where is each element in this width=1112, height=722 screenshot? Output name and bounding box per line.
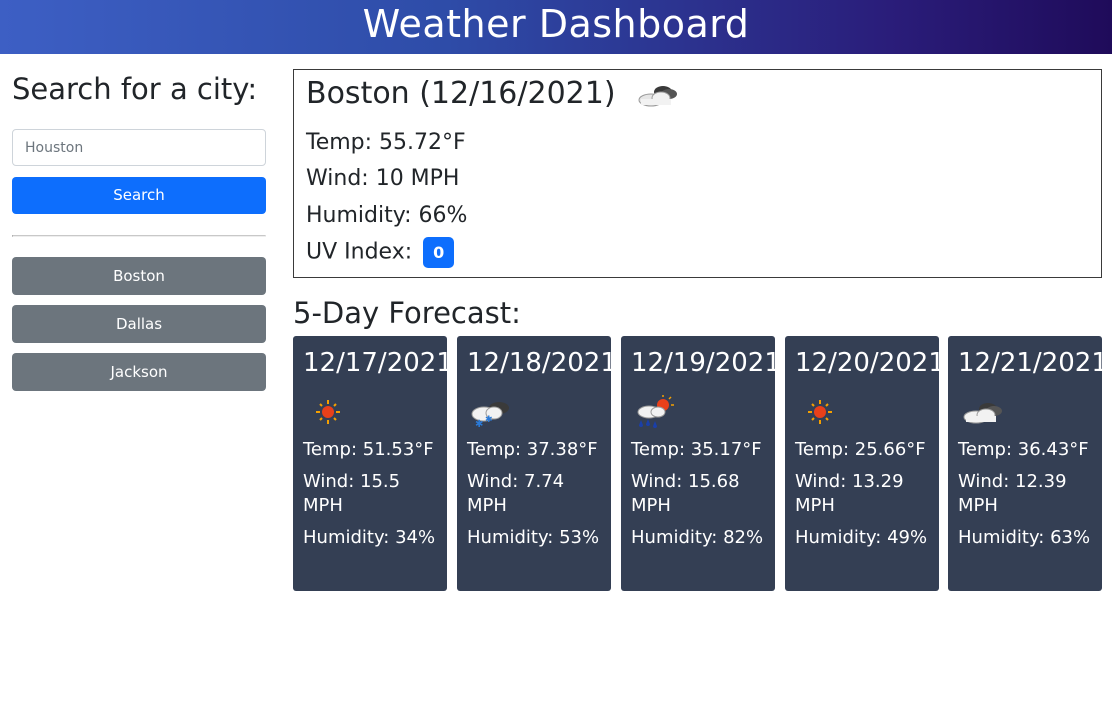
uv-index-badge: 0 [423,237,455,268]
forecast-wind: Wind: 15.5 MPH [303,471,401,516]
city-search-input[interactable] [12,129,266,166]
sun-icon [316,400,340,424]
current-city-date: Boston (12/16/2021) [306,76,616,111]
current-weather-panel: Boston (12/16/2021) Temp: 55.72°F Wind: … [293,69,1102,278]
forecast-humidity: Humidity: 34% [303,527,436,548]
forecast-cards: 12/17/2021 Temp: 51.53°F Wind: 15.5 MPH … [293,336,1108,591]
forecast-wind: Wind: 15.68 MPH [631,471,740,516]
forecast-wind: Wind: 7.74 MPH [467,471,565,516]
uv-label: UV Index: [306,239,413,265]
search-heading: Search for a city: [12,72,258,106]
forecast-date: 12/18/2021 [467,348,617,378]
history-button-jackson[interactable]: Jackson [12,353,266,391]
forecast-humidity: Humidity: 53% [467,527,600,548]
history-button-boston[interactable]: Boston [12,257,266,295]
forecast-wind: Wind: 12.39 MPH [958,471,1067,516]
sun-icon [808,400,832,424]
forecast-card: 12/17/2021 Temp: 51.53°F Wind: 15.5 MPH … [293,336,453,591]
forecast-date: 12/20/2021 [795,348,945,378]
forecast-temp: Temp: 25.66°F [795,439,926,460]
forecast-humidity: Humidity: 49% [795,527,928,548]
current-wind: Wind: 10 MPH [306,166,460,191]
current-title-row: Boston (12/16/2021) [306,74,681,114]
forecast-date: 12/21/2021 [958,348,1108,378]
partly-cloudy-icon [638,85,678,106]
page-title: Weather Dashboard [362,2,750,46]
forecast-temp: Temp: 51.53°F [303,439,434,460]
divider [12,235,266,237]
forecast-heading: 5-Day Forecast: [293,296,521,330]
cloud-icon [963,403,1002,424]
current-uv-row: UV Index: 0 [306,237,455,268]
forecast-card: 12/20/2021 Temp: 25.66°F Wind: 13.29 MPH… [785,336,945,591]
app-header: Weather Dashboard [0,0,1112,54]
forecast-card: 12/18/2021 ✱ ✱ Temp: 37.38°F Wind: 7.74 … [457,336,617,591]
forecast-card: 12/19/2021 Temp: 35.17°F Wind: 15.68 MPH… [621,336,781,591]
forecast-temp: Temp: 37.38°F [467,439,598,460]
forecast-date: 12/19/2021 [631,348,781,378]
rain-sun-icon [637,395,674,428]
forecast-wind: Wind: 13.29 MPH [795,471,904,516]
search-button[interactable]: Search [12,177,266,214]
current-temp: Temp: 55.72°F [306,130,466,155]
forecast-date: 12/17/2021 [303,348,453,378]
forecast-humidity: Humidity: 63% [958,527,1091,548]
svg-text:✱: ✱ [485,415,493,425]
sidebar: Search for a city: Search Boston Dallas … [12,70,266,391]
forecast-card: 12/21/2021 Temp: 36.43°F Wind: 12.39 MPH… [948,336,1108,591]
forecast-temp: Temp: 35.17°F [631,439,762,460]
current-humidity: Humidity: 66% [306,203,468,228]
search-history: Boston Dallas Jackson [12,257,266,401]
forecast-temp: Temp: 36.43°F [958,439,1089,460]
svg-text:✱: ✱ [475,419,483,430]
history-button-dallas[interactable]: Dallas [12,305,266,343]
snow-cloud-icon: ✱ ✱ [471,402,509,430]
forecast-humidity: Humidity: 82% [631,527,764,548]
